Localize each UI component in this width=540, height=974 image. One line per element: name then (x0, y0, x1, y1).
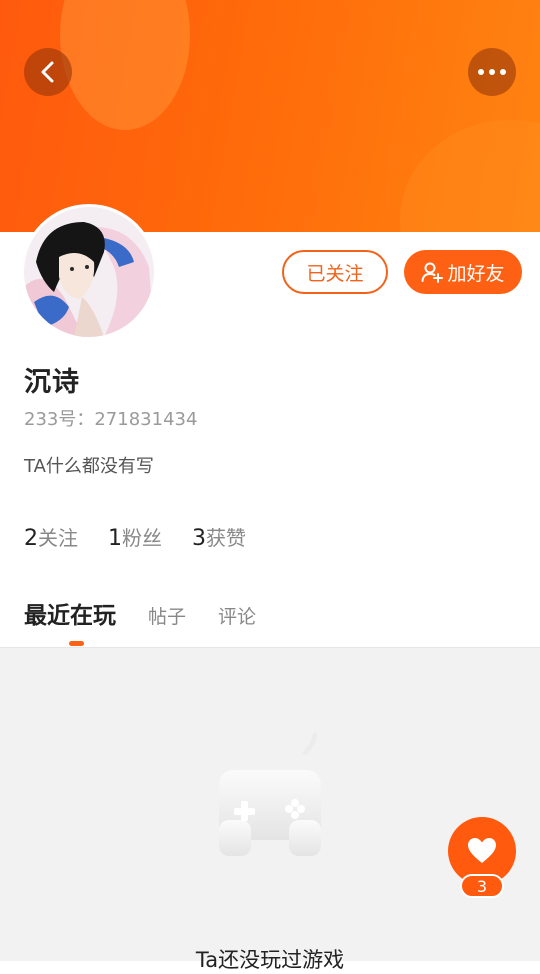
empty-state-text: Ta还没玩过游戏 (195, 948, 345, 972)
stat-following-count: 2 (24, 526, 38, 551)
stat-following-label: 关注 (38, 526, 78, 550)
profile-banner (0, 0, 540, 232)
stat-following[interactable]: 2 关注 (24, 522, 78, 551)
gamepad-icon (219, 732, 321, 856)
tab-comments[interactable]: 评论 (218, 602, 256, 629)
more-button[interactable] (468, 48, 516, 96)
stat-likes-count: 3 (192, 526, 206, 551)
banner-decoration (60, 0, 190, 130)
like-count-badge: 3 (460, 874, 504, 898)
tab-posts[interactable]: 帖子 (148, 602, 186, 629)
add-friend-button[interactable]: 加好友 (404, 250, 522, 294)
profile-tabs: 最近在玩 帖子 评论 (24, 596, 256, 630)
banner-decoration (400, 120, 540, 232)
add-user-icon (421, 262, 444, 283)
more-dots-icon (478, 69, 506, 75)
bio-text: TA什么都没有写 (24, 456, 154, 477)
username: 沉诗 (24, 367, 80, 398)
user-id: 233号：271831434 (24, 409, 198, 430)
follow-button[interactable]: 已关注 (282, 250, 388, 294)
chevron-left-icon (41, 61, 54, 83)
stat-followers-label: 粉丝 (122, 526, 162, 550)
follow-button-label: 已关注 (306, 262, 364, 285)
tab-recently-played[interactable]: 最近在玩 (24, 596, 116, 630)
stats-row: 2 关注 1 粉丝 3 获赞 (24, 522, 246, 551)
add-friend-label: 加好友 (447, 262, 505, 285)
stat-followers-count: 1 (108, 526, 122, 551)
avatar[interactable] (24, 207, 154, 337)
stat-likes[interactable]: 3 获赞 (192, 522, 246, 551)
stat-followers[interactable]: 1 粉丝 (108, 522, 162, 551)
back-button[interactable] (24, 48, 72, 96)
avatar-image (24, 207, 154, 337)
stat-likes-label: 获赞 (206, 526, 246, 550)
active-tab-indicator (69, 641, 84, 646)
heart-icon (468, 838, 496, 863)
